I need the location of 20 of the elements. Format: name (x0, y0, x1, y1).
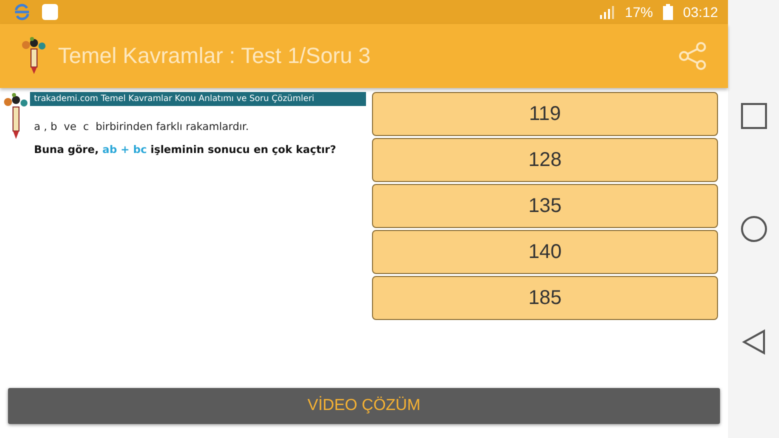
question-prompt: Buna göre, ab + bc işleminin sonucu en çok kaçtır? (34, 144, 338, 156)
answer-option[interactable]: 140 (372, 230, 718, 274)
battery-icon (662, 4, 673, 20)
app-title: Temel Kavramlar : Test 1/Soru 3 (58, 43, 372, 69)
clock: 03:12 (682, 4, 718, 20)
answer-option[interactable]: 135 (372, 184, 718, 228)
video-solution-button[interactable]: VİDEO ÇÖZÜM (8, 388, 720, 424)
question-statement: a , b ve c birbirinden farklı rakamlardır. (34, 121, 250, 133)
recent-apps-icon[interactable] (740, 103, 766, 129)
notification-icon (42, 4, 58, 20)
answer-option[interactable]: 128 (372, 138, 718, 182)
sync-icon (12, 3, 32, 21)
answer-option[interactable]: 119 (372, 92, 718, 136)
signal-icon (598, 5, 615, 19)
question-banner: trakademi.com Temel Kavramlar Konu Anlatımı ve Soru Çözümleri (30, 92, 366, 106)
battery-percent: 17% (624, 4, 653, 20)
home-icon[interactable] (740, 215, 768, 243)
back-icon[interactable] (742, 329, 766, 355)
pencil-tree-logo-icon (20, 37, 48, 75)
answer-option[interactable]: 185 (372, 276, 718, 320)
